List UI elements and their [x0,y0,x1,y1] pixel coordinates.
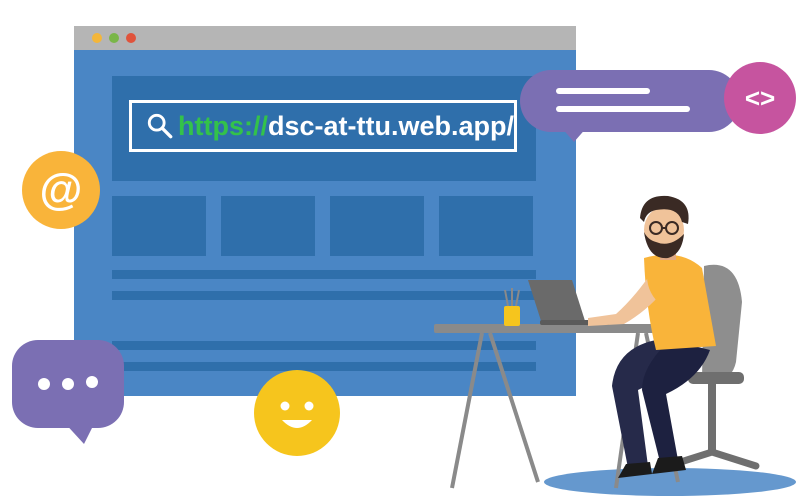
url-text: https://dsc-at-ttu.web.app/ [178,111,514,142]
smiley-features [280,401,314,428]
chat-dot [38,378,50,390]
content-tile [330,196,424,256]
window-close-dot [126,33,136,43]
code-icon: <> [724,62,796,134]
bubble-line [556,106,690,112]
url-host: dsc-at-ttu.web.app/ [267,110,514,141]
developer-at-desk-illustration [434,195,796,496]
search-icon [147,113,173,139]
url-scheme: https:// [178,110,268,141]
browser-title-bar [74,26,576,50]
content-tile [112,196,206,256]
chat-dot [62,378,74,390]
bubble-line [556,88,650,94]
smiley-face-icon [254,370,340,456]
bubble-tail [560,126,588,142]
chat-bubble-icon [12,340,124,428]
address-bar[interactable]: https://dsc-at-ttu.web.app/ [129,100,517,152]
content-tile [221,196,315,256]
chat-dot [86,376,98,388]
code-speech-bubble [520,70,740,132]
chat-bubble-tail [62,420,96,444]
window-maximize-dot [109,33,119,43]
window-minimize-dot [92,33,102,43]
email-at-icon: @ [22,151,100,229]
